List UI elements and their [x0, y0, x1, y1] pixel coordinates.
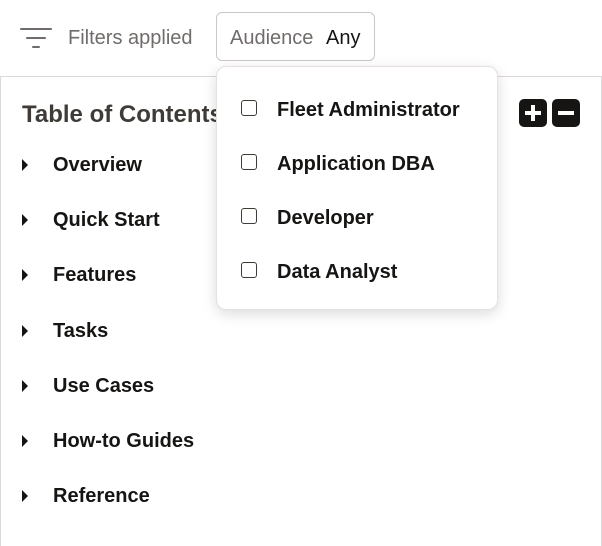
audience-option-label[interactable]: Application DBA — [277, 153, 435, 176]
toc-item-how-to-guides[interactable]: How-to Guides — [1, 423, 401, 463]
toc-item-reference[interactable]: Reference — [1, 478, 401, 518]
toc-item-label[interactable]: Overview — [53, 154, 142, 177]
minus-square-icon[interactable] — [552, 99, 580, 127]
caret-right-icon[interactable] — [22, 380, 28, 392]
audience-option-developer[interactable]: Developer — [217, 197, 497, 237]
filter-icon[interactable] — [20, 26, 52, 50]
caret-right-icon[interactable] — [22, 325, 28, 337]
audience-value: Any — [326, 27, 361, 49]
filters-applied-label: Filters applied — [68, 27, 193, 49]
toc-item-label[interactable]: Features — [53, 264, 136, 287]
checkbox[interactable] — [241, 262, 257, 278]
toc-item-use-cases[interactable]: Use Cases — [1, 368, 401, 408]
filter-bar: Filters applied Audience Any — [0, 0, 602, 76]
audience-option-data-analyst[interactable]: Data Analyst — [217, 251, 497, 291]
caret-right-icon[interactable] — [22, 435, 28, 447]
audience-option-label[interactable]: Fleet Administrator — [277, 99, 460, 122]
caret-right-icon[interactable] — [22, 159, 28, 171]
audience-dropdown-menu: Fleet Administrator Application DBA Deve… — [216, 66, 498, 310]
checkbox[interactable] — [241, 208, 257, 224]
checkbox[interactable] — [241, 154, 257, 170]
audience-option-label[interactable]: Data Analyst — [277, 261, 397, 284]
toc-item-tasks[interactable]: Tasks — [1, 313, 401, 353]
caret-right-icon[interactable] — [22, 269, 28, 281]
toc-item-label[interactable]: Use Cases — [53, 375, 154, 398]
audience-option-application-dba[interactable]: Application DBA — [217, 143, 497, 183]
audience-option-fleet-administrator[interactable]: Fleet Administrator — [217, 89, 497, 129]
toc-title: Table of Contents — [22, 101, 223, 128]
plus-square-icon[interactable] — [519, 99, 547, 127]
toc-item-label[interactable]: Quick Start — [53, 209, 160, 232]
toc-item-label[interactable]: How-to Guides — [53, 430, 194, 453]
toc-item-label[interactable]: Reference — [53, 485, 150, 508]
audience-label: Audience — [230, 27, 314, 49]
audience-filter-button[interactable]: Audience Any — [216, 12, 375, 61]
audience-option-label[interactable]: Developer — [277, 207, 374, 230]
checkbox[interactable] — [241, 100, 257, 116]
caret-right-icon[interactable] — [22, 490, 28, 502]
caret-right-icon[interactable] — [22, 214, 28, 226]
toc-item-label[interactable]: Tasks — [53, 320, 108, 343]
